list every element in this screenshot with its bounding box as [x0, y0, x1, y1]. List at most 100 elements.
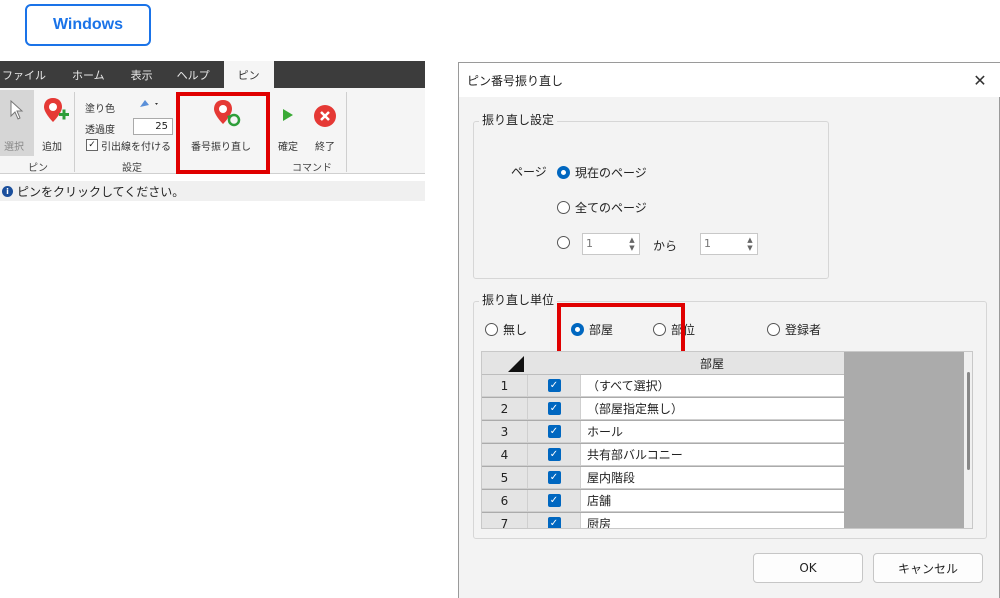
row-checkbox-cell[interactable]: ✓ [527, 444, 580, 466]
select-all-corner-icon[interactable] [508, 356, 524, 375]
leader-checkbox[interactable]: ✓ [86, 139, 98, 151]
group-label-settings: 設定 [122, 163, 142, 174]
close-icon[interactable]: ✕ [969, 69, 991, 91]
cancel-button[interactable]: キャンセル [873, 553, 983, 583]
cursor-icon [9, 99, 25, 123]
row-room-name[interactable]: 厨房 [580, 513, 844, 528]
scrollbar-thumb[interactable] [967, 372, 970, 470]
table-row[interactable]: 3 ✓ ホール [482, 421, 844, 444]
row-checkbox-cell[interactable]: ✓ [527, 421, 580, 443]
radio-current-page[interactable]: 現在のページ [557, 164, 647, 181]
row-room-name[interactable]: 屋内階段 [580, 467, 844, 489]
row-room-name[interactable]: 共有部バルコニー [580, 444, 844, 466]
exit-label: 終了 [315, 142, 335, 153]
info-icon: i [2, 185, 13, 197]
settings-group [473, 121, 829, 279]
table-row[interactable]: 5 ✓ 屋内階段 [482, 467, 844, 490]
row-checkbox-cell[interactable]: ✓ [527, 490, 580, 512]
renumber-dialog: ピン番号振り直し ✕ 振り直し設定 ページ 現在のページ 全てのページ 1 ▲ ▼… [458, 62, 1000, 598]
checkbox-checked-icon[interactable]: ✓ [547, 448, 561, 461]
radio-unit-registrant-label: 登録者 [785, 323, 822, 337]
range-separator: から [653, 239, 678, 253]
range-to-value: 1 [704, 237, 711, 250]
range-to-input[interactable]: 1 ▲ ▼ [700, 233, 758, 255]
checkbox-checked-icon[interactable]: ✓ [547, 517, 561, 528]
group-separator [346, 92, 347, 172]
spin-arrows[interactable]: ▲ ▼ [745, 236, 755, 252]
row-number: 7 [482, 513, 527, 528]
checkbox-checked-icon[interactable]: ✓ [547, 402, 561, 415]
radio-unit-registrant[interactable]: 登録者 [767, 321, 821, 338]
tab-pin[interactable]: ピン [223, 61, 274, 88]
opacity-input[interactable]: 25 [133, 118, 173, 135]
checkbox-checked-icon[interactable]: ✓ [547, 494, 561, 507]
range-from-input[interactable]: 1 ▲ ▼ [582, 233, 640, 255]
status-bar: i ピンをクリックしてください。 [0, 181, 425, 201]
row-room-name[interactable]: （部屋指定無し） [580, 398, 844, 420]
checkbox-checked-icon[interactable]: ✓ [547, 425, 561, 438]
radio-all-pages-label: 全てのページ [575, 201, 647, 215]
add-pin-button[interactable]: 追加 [38, 90, 70, 156]
checkbox-checked-icon[interactable]: ✓ [547, 471, 561, 484]
tab-view[interactable]: 表示 [119, 61, 165, 88]
row-checkbox-cell[interactable]: ✓ [527, 375, 580, 397]
page-label: ページ [511, 165, 547, 179]
ribbon-tab-bar: ファイル ホーム 表示 ヘルプ ピン [0, 61, 425, 88]
radio-all-pages[interactable]: 全てのページ [557, 199, 647, 216]
play-icon [282, 108, 294, 125]
status-text: ピンをクリックしてください。 [17, 184, 185, 199]
row-number: 2 [482, 398, 527, 420]
dialog-title-bar: ピン番号振り直し [459, 63, 1000, 97]
row-checkbox-cell[interactable]: ✓ [527, 467, 580, 489]
opacity-label: 透過度 [85, 125, 115, 136]
close-circle-icon [313, 104, 337, 131]
table-row[interactable]: 2 ✓ （部屋指定無し） [482, 398, 844, 421]
tab-help[interactable]: ヘルプ [165, 61, 222, 88]
row-number: 3 [482, 421, 527, 443]
room-grid[interactable]: 部屋 1 ✓ （すべて選択） 2 ✓ （部屋指定無し） 3 ✓ ホール 4 ✓ 共有部バルコニー 5 ✓ 屋… [481, 351, 973, 529]
tab-file[interactable]: ファイル [0, 61, 58, 88]
exit-button[interactable]: 終了 [310, 90, 342, 156]
confirm-button[interactable]: 確定 [276, 90, 304, 156]
renumber-label: 番号振り直し [191, 142, 251, 153]
fill-bucket-icon[interactable] [137, 97, 161, 114]
row-number: 6 [482, 490, 527, 512]
row-checkbox-cell[interactable]: ✓ [527, 398, 580, 420]
radio-indicator [485, 323, 498, 336]
settings-group-label: 振り直し設定 [479, 111, 558, 128]
table-row[interactable]: 4 ✓ 共有部バルコニー [482, 444, 844, 467]
add-label: 追加 [42, 142, 62, 153]
grid-corner [482, 352, 580, 375]
row-number: 4 [482, 444, 527, 466]
radio-indicator [557, 236, 570, 249]
row-checkbox-cell[interactable]: ✓ [527, 513, 580, 528]
row-room-name[interactable]: 店舗 [580, 490, 844, 512]
radio-unit-none-label: 無し [503, 323, 528, 337]
row-room-name[interactable]: （すべて選択） [580, 375, 844, 397]
grid-scrollbar[interactable] [964, 352, 972, 528]
renumber-button[interactable]: 番号振り直し [182, 96, 264, 156]
select-label: 選択 [4, 142, 24, 153]
checkbox-checked-icon[interactable]: ✓ [547, 379, 561, 392]
row-number: 5 [482, 467, 527, 489]
table-row[interactable]: 6 ✓ 店舗 [482, 490, 844, 513]
table-row[interactable]: 1 ✓ （すべて選択） [482, 375, 844, 398]
unit-group-label: 振り直し単位 [479, 291, 558, 308]
radio-current-page-label: 現在のページ [575, 166, 647, 180]
grid-header-room[interactable]: 部屋 [580, 352, 844, 375]
tab-home[interactable]: ホーム [58, 61, 119, 88]
radio-unit-none[interactable]: 無し [485, 321, 527, 338]
radio-page-range[interactable] [557, 236, 570, 252]
spin-arrows[interactable]: ▲ ▼ [627, 236, 637, 252]
leader-label: 引出線を付ける [101, 142, 171, 153]
range-from-value: 1 [586, 237, 593, 250]
row-room-name[interactable]: ホール [580, 421, 844, 443]
group-separator [74, 92, 75, 172]
pin-renumber-icon [212, 98, 242, 135]
dialog-title: ピン番号振り直し [467, 73, 564, 88]
fill-label: 塗り色 [85, 104, 115, 115]
ok-button[interactable]: OK [753, 553, 863, 583]
table-row[interactable]: 7 ✓ 厨房 [482, 513, 844, 528]
select-button[interactable]: 選択 [0, 90, 34, 156]
radio-indicator [557, 201, 570, 214]
